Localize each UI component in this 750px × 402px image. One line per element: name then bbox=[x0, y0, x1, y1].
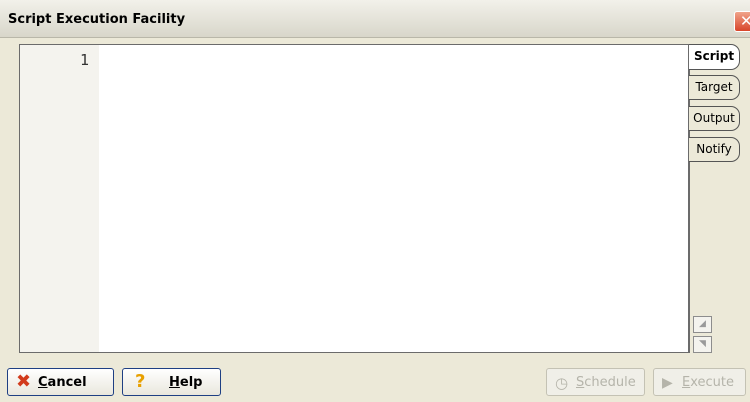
execute-button[interactable]: ▶ Execute bbox=[653, 368, 746, 396]
clock-icon: ◷ bbox=[555, 374, 569, 392]
side-tabs: Script Target Output Notify bbox=[689, 44, 743, 168]
tab-script[interactable]: Script bbox=[689, 44, 740, 70]
x-icon: ✖ bbox=[16, 371, 32, 392]
tab-output[interactable]: Output bbox=[689, 106, 740, 131]
scroll-up-icon: ◢ bbox=[699, 319, 706, 329]
scroll-up-button[interactable]: ◢ bbox=[693, 316, 712, 333]
schedule-label: Schedule bbox=[576, 375, 636, 390]
schedule-button[interactable]: ◷ Schedule bbox=[546, 368, 645, 396]
window-title: Script Execution Facility bbox=[8, 12, 186, 27]
execute-label: Execute bbox=[682, 375, 734, 390]
cancel-label: Cancel bbox=[38, 375, 87, 390]
help-button[interactable]: ? Help bbox=[122, 368, 221, 396]
tab-target[interactable]: Target bbox=[689, 75, 740, 100]
script-execution-window: Script Execution Facility ✕ 1 Script Tar… bbox=[0, 0, 750, 402]
tab-notify[interactable]: Notify bbox=[689, 137, 740, 162]
scroll-down-icon: ◥ bbox=[699, 339, 706, 349]
cancel-button[interactable]: ✖ Cancel bbox=[7, 368, 114, 396]
close-button[interactable]: ✕ bbox=[734, 11, 750, 32]
code-text-area[interactable] bbox=[99, 45, 688, 352]
scroll-down-button[interactable]: ◥ bbox=[693, 336, 712, 353]
line-number-gutter: 1 bbox=[20, 45, 99, 352]
play-icon: ▶ bbox=[662, 375, 673, 391]
script-editor[interactable]: 1 bbox=[19, 44, 689, 353]
line-number: 1 bbox=[79, 51, 89, 69]
title-bar[interactable]: Script Execution Facility ✕ bbox=[0, 0, 750, 38]
close-icon: ✕ bbox=[740, 12, 750, 30]
help-label: Help bbox=[169, 375, 203, 390]
question-mark-icon: ? bbox=[135, 371, 146, 392]
